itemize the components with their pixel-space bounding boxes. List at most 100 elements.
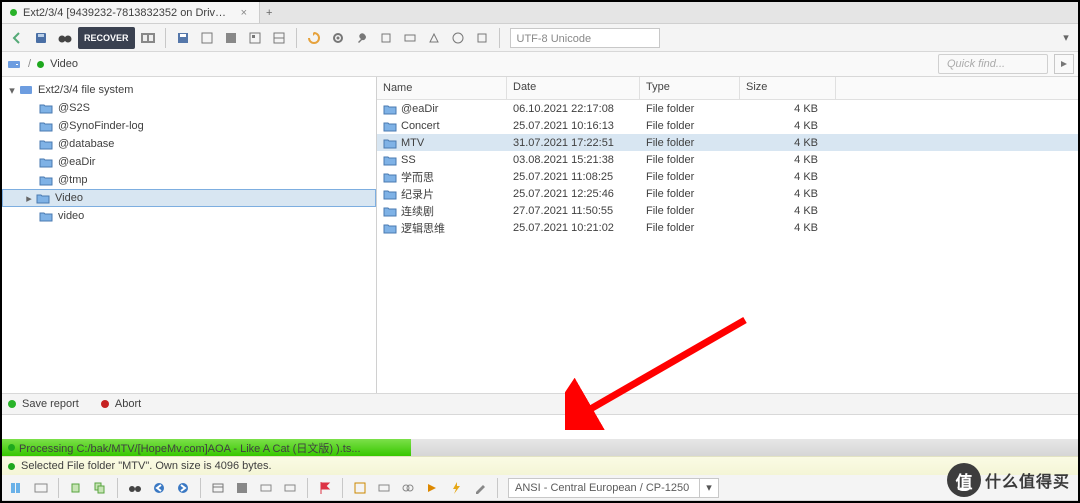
list-row[interactable]: 逻辑思维25.07.2021 10:21:02File folder4 KB: [377, 219, 1078, 236]
toolbar-button[interactable]: [231, 477, 253, 499]
cell-name: 学而思: [401, 169, 434, 185]
status-dot-icon: [101, 400, 109, 408]
folder-icon: [38, 119, 54, 133]
recover-button[interactable]: RECOVER: [78, 27, 135, 49]
tree-item[interactable]: video: [2, 207, 376, 225]
tree-item[interactable]: @database: [2, 135, 376, 153]
toolbar-button[interactable]: [375, 27, 397, 49]
list-row[interactable]: 学而思25.07.2021 11:08:25File folder4 KB: [377, 168, 1078, 185]
tree-item[interactable]: @tmp: [2, 171, 376, 189]
toolbar-button[interactable]: [421, 477, 443, 499]
save-button[interactable]: [172, 27, 194, 49]
encoding-display[interactable]: UTF-8 Unicode: [510, 28, 660, 48]
tab-active[interactable]: Ext2/3/4 [9439232-7813832352 on Drive0: …: [2, 2, 260, 23]
tab-title: Ext2/3/4 [9439232-7813832352 on Drive0: …: [23, 7, 231, 19]
toolbar-button[interactable]: [137, 27, 159, 49]
forward-nav-button[interactable]: [172, 477, 194, 499]
folder-icon: [383, 222, 397, 234]
cell-size: 4 KB: [740, 153, 836, 167]
back-button[interactable]: [6, 27, 28, 49]
close-tab-icon[interactable]: ×: [237, 7, 251, 19]
list-header[interactable]: Name Date Type Size: [377, 77, 1078, 100]
refresh-button[interactable]: [303, 27, 325, 49]
watermark-text: 什么值得买: [985, 468, 1070, 492]
cell-name: 连续剧: [401, 203, 434, 219]
status-dot-icon: [8, 400, 16, 408]
list-row[interactable]: MTV31.07.2021 17:22:51File folder4 KB: [377, 134, 1078, 151]
save-report-button[interactable]: Save report: [22, 398, 79, 410]
chevron-down-icon[interactable]: ▾: [1058, 31, 1074, 44]
list-row[interactable]: SS03.08.2021 15:21:38File folder4 KB: [377, 151, 1078, 168]
binoculars-icon[interactable]: [54, 27, 76, 49]
tree-item-label: @S2S: [58, 102, 90, 114]
col-name[interactable]: Name: [377, 77, 507, 99]
folder-icon: [38, 209, 54, 223]
abort-button[interactable]: Abort: [115, 398, 141, 410]
toolbar-button[interactable]: [279, 477, 301, 499]
encoding-selector[interactable]: ANSI - Central European / CP-1250 ▾: [508, 478, 719, 498]
toolbar-button[interactable]: [471, 27, 493, 49]
toolbar-button[interactable]: [447, 27, 469, 49]
cell-date: 25.07.2021 11:08:25: [507, 170, 640, 184]
tree-item-label: @eaDir: [58, 156, 95, 168]
search-go-button[interactable]: [1054, 54, 1074, 74]
toolbar-button[interactable]: [30, 477, 52, 499]
toolbar-button[interactable]: [244, 27, 266, 49]
list-row[interactable]: Concert25.07.2021 10:16:13File folder4 K…: [377, 117, 1078, 134]
tree-item[interactable]: ▸Video: [2, 189, 376, 207]
toolbar-button[interactable]: [399, 27, 421, 49]
tree-arrow-icon[interactable]: ▸: [23, 192, 35, 205]
toolbar-button[interactable]: [196, 27, 218, 49]
list-row[interactable]: 纪录片25.07.2021 12:25:46File folder4 KB: [377, 185, 1078, 202]
cell-date: 03.08.2021 15:21:38: [507, 153, 640, 167]
folder-icon: [38, 155, 54, 169]
add-tab-button[interactable]: +: [260, 7, 278, 19]
folder-tree[interactable]: ▾ Ext2/3/4 file system @S2S @SynoFinder-l…: [2, 77, 377, 393]
copy-button[interactable]: [65, 477, 87, 499]
toolbar-button[interactable]: [373, 477, 395, 499]
lightning-icon[interactable]: [445, 477, 467, 499]
quick-find-input[interactable]: Quick find...: [938, 54, 1048, 74]
disk-button[interactable]: [30, 27, 52, 49]
tree-item[interactable]: @eaDir: [2, 153, 376, 171]
edit-icon[interactable]: [469, 477, 491, 499]
gear-icon[interactable]: [327, 27, 349, 49]
toolbar-button[interactable]: [255, 477, 277, 499]
list-row[interactable]: 连续剧27.07.2021 11:50:55File folder4 KB: [377, 202, 1078, 219]
file-list: Name Date Type Size @eaDir06.10.2021 22:…: [377, 77, 1078, 393]
chevron-down-icon[interactable]: ▾: [699, 479, 712, 497]
wrench-icon[interactable]: [351, 27, 373, 49]
breadcrumb-item[interactable]: Video: [50, 58, 78, 70]
toolbar-secondary: ANSI - Central European / CP-1250 ▾: [2, 475, 1078, 501]
toolbar-button[interactable]: [423, 27, 445, 49]
toolbar-button[interactable]: [6, 477, 28, 499]
tree-arrow-icon[interactable]: ▾: [6, 84, 18, 97]
tree-root[interactable]: ▾ Ext2/3/4 file system: [2, 81, 376, 99]
back-nav-button[interactable]: [148, 477, 170, 499]
list-row[interactable]: @eaDir06.10.2021 22:17:08File folder4 KB: [377, 100, 1078, 117]
toolbar-button[interactable]: [349, 477, 371, 499]
cell-type: File folder: [640, 221, 740, 235]
cell-date: 06.10.2021 22:17:08: [507, 102, 640, 116]
toolbar-button[interactable]: [268, 27, 290, 49]
status-dot-icon: [8, 444, 15, 451]
binoculars-icon[interactable]: [124, 477, 146, 499]
divider-icon: [497, 478, 498, 498]
toolbar-button[interactable]: [220, 27, 242, 49]
cell-date: 25.07.2021 10:21:02: [507, 221, 640, 235]
tree-item[interactable]: @S2S: [2, 99, 376, 117]
breadcrumb: / Video Quick find...: [2, 52, 1078, 77]
toolbar-button[interactable]: [397, 477, 419, 499]
encoding-label: ANSI - Central European / CP-1250: [515, 479, 689, 497]
folder-icon: [383, 137, 397, 149]
toolbar-button[interactable]: [207, 477, 229, 499]
folder-icon: [383, 188, 397, 200]
tree-item[interactable]: @SynoFinder-log: [2, 117, 376, 135]
copy-button[interactable]: [89, 477, 111, 499]
tree-root-label: Ext2/3/4 file system: [38, 84, 133, 96]
progress-label: Processing C:/bak/MTV/[HopeMv.com]AOA - …: [19, 440, 361, 456]
col-type[interactable]: Type: [640, 77, 740, 99]
col-date[interactable]: Date: [507, 77, 640, 99]
flag-icon[interactable]: [314, 477, 336, 499]
col-size[interactable]: Size: [740, 77, 836, 99]
